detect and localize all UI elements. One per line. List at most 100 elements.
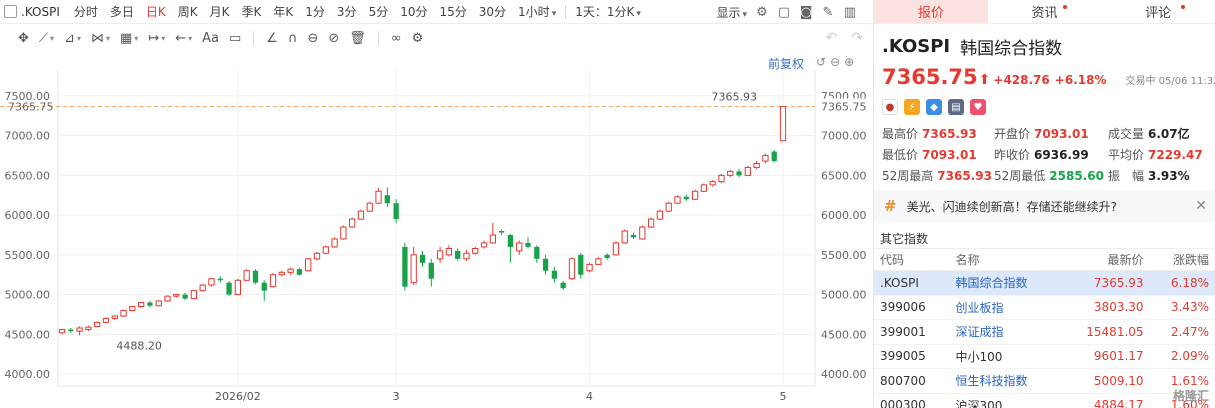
pattern-icon[interactable]: ⋈ ▾ [87,28,114,48]
period-tab[interactable]: 分时 [68,3,104,20]
period-tab[interactable]: 年K [267,3,299,20]
candle-down [455,250,461,259]
period-tab[interactable]: 15分 [433,3,472,20]
heart-icon[interactable]: ♥ [970,99,986,115]
notification-dot [1062,5,1067,9]
lightning-icon[interactable]: ⚡ [904,99,920,115]
y-tick-label-right: 4500.00 [821,328,867,341]
close-icon[interactable]: ✕ [1195,198,1207,214]
lock-icon[interactable]: ⊖ [303,28,322,48]
cell-name[interactable]: 韩国综合指数 [949,270,1060,296]
candle-up [234,279,241,296]
period-toolbar: .KOSPI 分时 多日 日K 周K 月K 季K 年K 1分 3分 5分 10分 15分 30分 1小时… [0,0,873,24]
candle-down [507,234,514,247]
stat-label: 52周最低 [994,169,1046,183]
candlestick-chart[interactable]: 4000.00 4000.00 4500.00 4500.00 5000.00 5000.… [0,70,873,408]
column-header[interactable]: 涨跌幅 [1149,248,1215,271]
period-dropdown-hour[interactable]: 1小时 ▾ [512,3,562,20]
camera-icon[interactable]: ◙ [799,5,813,20]
magnet-icon[interactable]: ∩ [284,28,302,48]
y-tick-label-right: 5000.00 [821,289,867,302]
table-row[interactable]: 000300 沪深300 4884.17 1.60% [874,393,1215,408]
period-tab[interactable]: 10分 [394,3,433,20]
tab-0[interactable]: 报价 [874,0,988,23]
stat-label: 最高价 [882,127,919,141]
candle-down [147,302,153,306]
divider [377,31,379,45]
display-menu-button[interactable]: 显示 ▾ [716,4,747,21]
period-tab[interactable]: 周K [172,3,204,20]
table-row[interactable]: .KOSPI 韩国综合指数 7365.93 6.18% [874,270,1215,296]
y-tick-label-right: 4000.00 [821,368,867,381]
tab-1[interactable]: 资讯 [988,0,1102,23]
gear-icon[interactable]: ⚙ [755,5,769,20]
extreme-annotation: 7365.93 [712,91,758,104]
cell-name[interactable]: 恒生科技指数 [949,368,1060,394]
sidebar-toggle-icon[interactable]: ▥ [843,5,857,20]
trash-icon[interactable]: 🗑 [345,28,370,48]
period-tab[interactable]: 30分 [473,3,512,20]
column-header[interactable]: 名称 [949,248,1060,271]
trend-line-icon[interactable]: ⟋ ▾ [35,28,58,48]
reset-icon[interactable]: ↺ [816,55,826,69]
column-header[interactable]: 代码 [874,248,950,271]
candle-up [410,254,417,284]
quote-code: .KOSPI [882,36,951,57]
arrow-icon[interactable]: ← ▾ [171,28,196,48]
tab-2[interactable]: 评论 [1101,0,1215,23]
stat-cell: 昨收价 6936.99 [994,146,1108,163]
period-dropdown-day[interactable]: 1天：1分K ▾ [569,3,647,20]
cell-name[interactable]: 深证成指 [949,319,1060,345]
symbol-checkbox[interactable] [4,5,17,18]
zoom-in-icon[interactable]: ⊕ [844,55,854,69]
candle-up [727,170,734,176]
table-row[interactable]: 800700 恒生科技指数 5009.10 1.61% [874,368,1215,394]
pencil-icon[interactable]: ✎ [821,5,835,20]
candle-up [366,202,373,212]
undo-icon[interactable]: ↶ [826,30,838,46]
period-tab[interactable]: 日K [140,3,172,20]
candle-down [534,246,540,259]
text-tool-icon[interactable]: Aa [198,28,223,48]
cell-name[interactable]: 沪深300 [949,393,1060,408]
stat-value: 6936.99 [1034,148,1089,162]
channel-icon[interactable]: ⊿ ▾ [60,28,85,48]
cell-name[interactable]: 创业板指 [949,295,1060,320]
candle-up [287,268,294,273]
period-tab[interactable]: 5分 [363,3,395,20]
period-tab[interactable]: 季K [236,3,268,20]
hide-icon[interactable]: ⊘ [324,28,343,48]
settings-icon[interactable]: ⚙ [408,28,428,48]
stat-value: 7093.01 [1034,127,1089,141]
table-row[interactable]: 399001 深证成指 15481.05 2.47% [874,319,1215,345]
zoom-out-icon[interactable]: ⊖ [830,55,840,69]
fib-icon[interactable]: ▦ ▾ [116,28,142,48]
comment-icon[interactable]: ▭ [225,28,245,48]
period-tab[interactable]: 多日 [104,3,140,20]
link-icon[interactable]: ∞ [387,28,406,48]
redo-icon[interactable]: ↷ [851,30,863,46]
news-banner[interactable]: # 美光、闪迪续创新高！存储还能继续升? ✕ [874,190,1215,222]
stat-label: 开盘价 [994,127,1031,141]
y-tick-label-left: 4500.00 [5,328,51,341]
news-headline[interactable]: 美光、闪迪续创新高！存储还能继续升? [907,198,1117,215]
korea-flag-icon[interactable]: ● [882,99,898,115]
column-header[interactable]: 最新价 [1059,248,1150,271]
candle-up [489,234,496,244]
tag-icon[interactable]: ◆ [926,99,942,115]
table-row[interactable]: 399006 创业板指 3803.30 3.43% [874,295,1215,320]
period-tab[interactable]: 月K [204,3,236,20]
layout-square-icon[interactable]: ▢ [777,5,791,20]
measure-icon[interactable]: ↦ ▾ [144,28,169,48]
y-tick-label-left: 6500.00 [5,169,51,182]
document-icon[interactable]: ▤ [948,99,964,115]
candle-up [480,242,488,248]
quote-header: .KOSPI 韩国综合指数 7365.75 ⬆ +428.76 +6.18% 交… [874,24,1215,184]
period-tab[interactable]: 3分 [331,3,363,20]
stat-value: 7365.93 [922,127,977,141]
table-row[interactable]: 399005 中小100 9601.17 2.09% [874,344,1215,369]
crosshair-icon[interactable]: ✥ [14,28,33,48]
period-tab[interactable]: 1分 [299,3,331,20]
ruler-icon[interactable]: ∠ [262,28,282,48]
cell-name[interactable]: 中小100 [949,344,1060,369]
